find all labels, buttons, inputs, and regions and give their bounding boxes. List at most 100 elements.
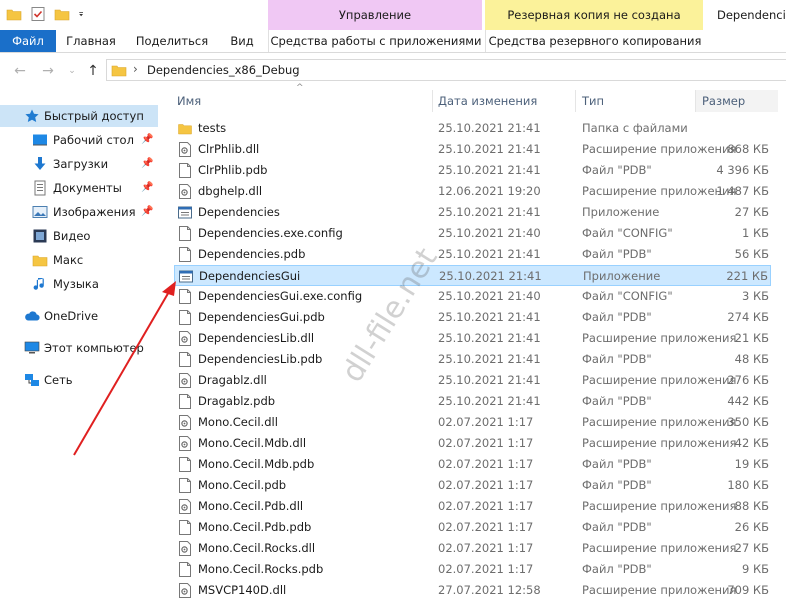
file-name: Dragablz.pdb	[198, 394, 276, 408]
nav-item-pictures[interactable]: Изображения 📌	[0, 201, 158, 223]
file-type: Расширение приложения	[582, 331, 737, 345]
file-row[interactable]: DependenciesGui.pdb 25.10.2021 21:41 Файл …	[174, 307, 771, 328]
file-size: 442 КБ	[727, 394, 769, 408]
file-row[interactable]: Mono.Cecil.Rocks.pdb 02.07.2021 1:17 Файл …	[174, 559, 771, 580]
forward-arrow-icon[interactable]: →	[40, 63, 56, 79]
file-icon	[178, 520, 192, 535]
file-type: Файл "PDB"	[582, 247, 652, 261]
file-size: 868 КБ	[727, 142, 769, 156]
file-row[interactable]: Mono.Cecil.dll 02.07.2021 1:17 Расширение …	[174, 412, 771, 433]
up-arrow-icon[interactable]: ↑	[85, 63, 101, 79]
tab-share[interactable]: Поделиться	[133, 30, 211, 52]
file-name: Mono.Cecil.Rocks.pdb	[198, 562, 324, 576]
file-date: 02.07.2021 1:17	[438, 562, 534, 576]
file-icon	[178, 478, 192, 493]
tab-view[interactable]: Вид	[224, 30, 260, 52]
file-size: 48 КБ	[734, 352, 769, 366]
context-tab-backup[interactable]: Резервная копия не создана	[485, 0, 703, 30]
address-bar[interactable]: › Dependencies_x86_Debug	[106, 59, 786, 81]
file-row[interactable]: Mono.Cecil.Pdb.dll 02.07.2021 1:17 Расшире…	[174, 496, 771, 517]
tab-home[interactable]: Главная	[62, 30, 120, 52]
file-type: Папка с файлами	[582, 121, 688, 135]
nav-item-onedrive[interactable]: OneDrive	[0, 305, 158, 327]
file-row[interactable]: Dependencies.pdb 25.10.2021 21:41 Файл "PD…	[174, 244, 771, 265]
file-type: Файл "PDB"	[582, 457, 652, 471]
star-icon	[25, 109, 39, 122]
folder-icon[interactable]	[6, 6, 22, 22]
file-date: 25.10.2021 21:41	[438, 331, 541, 345]
file-row[interactable]: Dependencies 25.10.2021 21:41 Приложение 27…	[174, 202, 771, 223]
file-row[interactable]: tests 25.10.2021 21:41 Папка с файлами	[174, 118, 771, 139]
file-size: 3 КБ	[741, 289, 769, 303]
file-row[interactable]: dbghelp.dll 12.06.2021 19:20 Расширение пр…	[174, 181, 771, 202]
file-type: Файл "PDB"	[582, 394, 652, 408]
pin-icon[interactable]: 📌	[141, 153, 153, 175]
tab-app-tools[interactable]: Средства работы с приложениями	[268, 30, 483, 52]
file-row[interactable]: Mono.Cecil.Pdb.pdb 02.07.2021 1:17 Файл "P…	[174, 517, 771, 538]
nav-item-this-pc[interactable]: Этот компьютер	[0, 337, 158, 359]
context-tab-manage[interactable]: Управление	[268, 0, 482, 30]
file-row[interactable]: Mono.Cecil.Mdb.dll 02.07.2021 1:17 Расшире…	[174, 433, 771, 454]
breadcrumb-current-folder[interactable]: Dependencies_x86_Debug	[147, 63, 300, 77]
file-size: 19 КБ	[734, 457, 769, 471]
pin-icon[interactable]: 📌	[141, 129, 153, 151]
file-date: 02.07.2021 1:17	[438, 457, 534, 471]
nav-item-quick-access[interactable]: Быстрый доступ	[0, 105, 158, 127]
music-icon	[33, 278, 44, 290]
file-row[interactable]: Mono.Cecil.pdb 02.07.2021 1:17 Файл "PDB" 1…	[174, 475, 771, 496]
tab-file[interactable]: Файл	[0, 30, 56, 52]
breadcrumb-separator[interactable]: ›	[133, 62, 138, 76]
file-name: Dependencies.pdb	[198, 247, 306, 261]
column-header-type[interactable]: Тип	[575, 90, 700, 112]
app-icon	[179, 269, 193, 284]
file-size: 42 КБ	[734, 436, 769, 450]
nav-item-maks[interactable]: Макс	[0, 249, 158, 271]
file-row[interactable]: DependenciesGui 25.10.2021 21:41 Приложени…	[174, 265, 771, 286]
file-size: 9 КБ	[741, 562, 769, 576]
file-type: Файл "PDB"	[582, 478, 652, 492]
file-type: Расширение приложения	[582, 583, 737, 597]
file-name: Dependencies.exe.config	[198, 226, 343, 240]
column-header-name[interactable]: Имя	[177, 90, 435, 112]
column-header-size[interactable]: Размер	[695, 90, 778, 112]
file-row[interactable]: ClrPhlib.dll 25.10.2021 21:41 Расширение п…	[174, 139, 771, 160]
file-icon	[178, 310, 192, 325]
customize-toolbar-icon[interactable]	[78, 6, 88, 22]
file-date: 02.07.2021 1:17	[438, 436, 534, 450]
column-header-date[interactable]: Дата изменения	[432, 90, 578, 112]
file-row[interactable]: DependenciesLib.dll 25.10.2021 21:41 Расши…	[174, 328, 771, 349]
computer-icon	[24, 341, 40, 354]
file-row[interactable]: DependenciesLib.pdb 25.10.2021 21:41 Файл …	[174, 349, 771, 370]
back-arrow-icon[interactable]: ←	[12, 63, 28, 79]
nav-item-network[interactable]: Сеть	[0, 369, 158, 391]
pin-icon[interactable]: 📌	[141, 201, 153, 223]
nav-item-downloads[interactable]: Загрузки 📌	[0, 153, 158, 175]
file-row[interactable]: Dragablz.pdb 25.10.2021 21:41 Файл "PDB" 44…	[174, 391, 771, 412]
file-row[interactable]: Dragablz.dll 25.10.2021 21:41 Расширение п…	[174, 370, 771, 391]
pin-icon[interactable]: 📌	[141, 177, 153, 199]
properties-icon[interactable]	[30, 6, 46, 22]
nav-item-documents[interactable]: Документы 📌	[0, 177, 158, 199]
file-name: Dragablz.dll	[198, 373, 267, 387]
file-type: Расширение приложения	[582, 184, 737, 198]
file-row[interactable]: Dependencies.exe.config 25.10.2021 21:40 Ф…	[174, 223, 771, 244]
file-row[interactable]: Mono.Cecil.Mdb.pdb 02.07.2021 1:17 Файл "P…	[174, 454, 771, 475]
file-name: DependenciesGui.pdb	[198, 310, 325, 324]
download-icon	[34, 157, 46, 170]
file-type: Расширение приложения	[582, 373, 737, 387]
file-row[interactable]: Mono.Cecil.Rocks.dll 02.07.2021 1:17 Расши…	[174, 538, 771, 559]
nav-item-music[interactable]: Музыка	[0, 273, 158, 295]
file-name: Mono.Cecil.Pdb.dll	[198, 499, 304, 513]
file-row[interactable]: MSVCP140D.dll 27.07.2021 12:58 Расширение …	[174, 580, 771, 601]
tab-backup-tools[interactable]: Средства резервного копирования	[485, 30, 704, 52]
file-name: tests	[198, 121, 227, 135]
file-type: Расширение приложения	[582, 415, 737, 429]
navigation-pane: Быстрый доступ Рабочий стол 📌 Загрузки 📌…	[0, 90, 158, 609]
new-folder-icon[interactable]	[54, 6, 70, 22]
file-row[interactable]: DependenciesGui.exe.config 25.10.2021 21:…	[174, 286, 771, 307]
nav-item-desktop[interactable]: Рабочий стол 📌	[0, 129, 158, 151]
nav-item-video[interactable]: Видео	[0, 225, 158, 247]
file-type: Приложение	[582, 205, 660, 219]
file-row[interactable]: ClrPhlib.pdb 25.10.2021 21:41 Файл "PDB" 4 …	[174, 160, 771, 181]
recent-chevron-down-icon[interactable]: ⌄	[64, 63, 80, 79]
